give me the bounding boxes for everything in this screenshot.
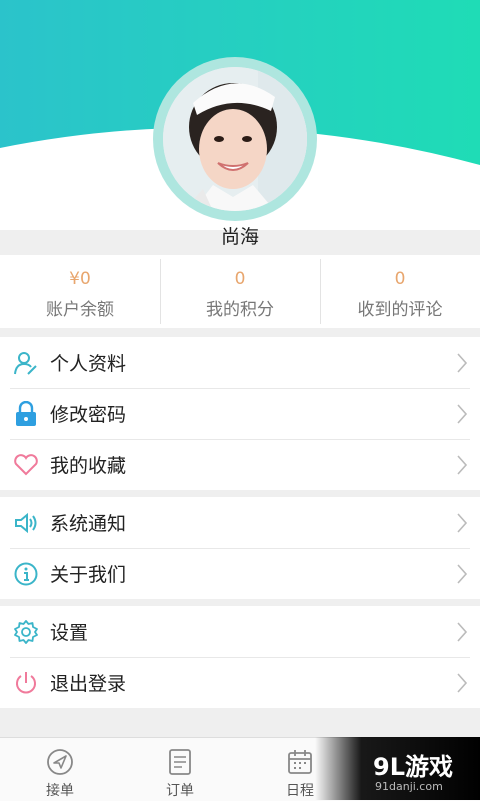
menu-item-settings[interactable]: 设置	[0, 606, 480, 657]
stat-value: 0	[394, 269, 406, 289]
tab-take-orders[interactable]: 接单	[0, 738, 120, 801]
avatar[interactable]	[163, 67, 307, 211]
gear-icon	[12, 618, 40, 646]
watermark-logo: 9L游戏	[373, 753, 453, 781]
menu-item-label: 个人资料	[50, 353, 127, 375]
menu-group-info: 系统通知 关于我们	[0, 497, 480, 599]
stat-label: 我的积分	[206, 300, 274, 320]
chevron-right-icon	[456, 621, 468, 647]
username: 尚海	[220, 226, 259, 248]
menu-item-label: 关于我们	[50, 564, 127, 586]
chevron-right-icon	[456, 403, 468, 429]
menu-item-password[interactable]: 修改密码	[0, 388, 480, 439]
watermark: 9L游戏 91danji.com	[315, 737, 480, 800]
stat-points[interactable]: 0 我的积分	[160, 255, 320, 328]
info-icon	[12, 560, 40, 588]
tab-label: 日程	[286, 783, 314, 799]
speaker-icon	[12, 509, 40, 537]
stats-bar: ¥0 账户余额 0 我的积分 0 收到的评论	[0, 255, 480, 328]
stat-value: 0	[234, 269, 246, 289]
chevron-right-icon	[456, 672, 468, 698]
tab-label: 订单	[166, 783, 194, 799]
menu-item-label: 退出登录	[50, 673, 127, 695]
chevron-right-icon	[456, 512, 468, 538]
menu-item-about[interactable]: 关于我们	[0, 548, 480, 599]
chevron-right-icon	[456, 352, 468, 378]
lock-icon	[12, 400, 40, 428]
chevron-right-icon	[456, 563, 468, 589]
stat-reviews[interactable]: 0 收到的评论	[320, 255, 480, 328]
menu-item-profile[interactable]: 个人资料	[0, 337, 480, 388]
menu-item-logout[interactable]: 退出登录	[0, 657, 480, 708]
tab-orders[interactable]: 订单	[120, 738, 240, 801]
stat-value: ¥0	[69, 269, 91, 289]
menu-group-system: 设置 退出登录	[0, 606, 480, 708]
menu-item-label: 系统通知	[50, 513, 127, 535]
heart-icon	[12, 451, 40, 479]
menu-group-account: 个人资料 修改密码 我的收藏	[0, 337, 480, 490]
send-icon	[46, 748, 74, 778]
watermark-url: 91danji.com	[375, 780, 443, 793]
avatar-photo	[163, 67, 307, 211]
calendar-icon	[286, 748, 314, 778]
stat-balance[interactable]: ¥0 账户余额	[0, 255, 160, 328]
menu-item-label: 修改密码	[50, 404, 127, 426]
stat-label: 账户余额	[46, 300, 114, 320]
document-icon	[167, 748, 193, 778]
stat-label: 收到的评论	[357, 300, 443, 320]
menu-item-notifications[interactable]: 系统通知	[0, 497, 480, 548]
tab-label: 接单	[46, 783, 74, 799]
menu-item-label: 我的收藏	[50, 455, 127, 477]
user-edit-icon	[12, 349, 40, 377]
menu-item-label: 设置	[50, 622, 89, 644]
chevron-right-icon	[456, 454, 468, 480]
menu-item-favorites[interactable]: 我的收藏	[0, 439, 480, 490]
power-icon	[12, 669, 40, 697]
